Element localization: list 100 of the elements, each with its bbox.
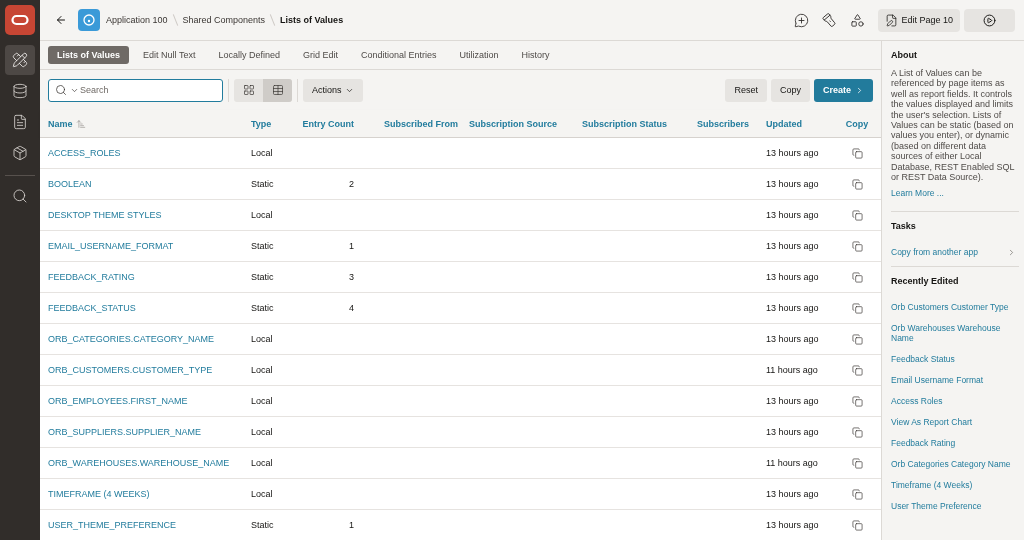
table-link[interactable]: BOOLEAN [48, 179, 251, 189]
copy-icon[interactable] [851, 364, 863, 376]
recent-item-link[interactable]: User Theme Preference [891, 495, 1019, 517]
table-cell-text: 13 hours ago [766, 427, 820, 437]
column-header[interactable]: Entry Count [302, 118, 354, 129]
sort-ascending-icon[interactable] [75, 118, 86, 129]
copy-icon[interactable] [851, 457, 863, 469]
back-arrow-icon[interactable] [55, 14, 67, 26]
column-header[interactable]: Type [251, 118, 272, 129]
recent-item-link[interactable]: Feedback Status [891, 348, 1019, 370]
copy-icon[interactable] [851, 488, 863, 500]
table-link[interactable]: ACCESS_ROLES [48, 148, 251, 158]
column-header[interactable]: Subscription Status [582, 118, 667, 129]
table-link[interactable]: FEEDBACK_RATING [48, 272, 251, 282]
copy-icon[interactable] [851, 426, 863, 438]
table-icon [271, 84, 284, 96]
table-link[interactable]: ORB_WAREHOUSES.WAREHOUSE_NAME [48, 458, 251, 468]
copy-icon[interactable] [851, 271, 863, 283]
table-link[interactable]: ORB_SUPPLIERS.SUPPLIER_NAME [48, 427, 251, 437]
secondary-button[interactable]: Copy [770, 78, 810, 102]
table-link[interactable]: ORB_CATEGORIES.CATEGORY_NAME [48, 334, 251, 344]
column-header[interactable]: Subscribed From [384, 118, 458, 129]
chevron-right-icon [855, 85, 864, 95]
tab[interactable]: Conditional Entries [351, 46, 446, 64]
column-header[interactable]: Subscription Source [469, 118, 557, 129]
actions-button[interactable]: Actions [303, 78, 363, 102]
table-cell-text: Local [251, 365, 274, 375]
copy-icon[interactable] [851, 519, 863, 531]
table-cell-text: 1 [348, 241, 355, 251]
table-cell-text: Local [251, 489, 274, 499]
table-cell-text: 13 hours ago [766, 179, 820, 189]
table-cell-text: 13 hours ago [766, 303, 820, 313]
table-view-button[interactable] [263, 78, 292, 102]
table-link[interactable]: FEEDBACK_STATUS [48, 303, 251, 313]
logo-icon[interactable] [5, 5, 35, 35]
section-heading: About [891, 50, 918, 61]
breadcrumb-item[interactable]: Application 100 [106, 15, 168, 25]
recent-item-link[interactable]: Orb Categories Category Name [891, 453, 1019, 475]
recent-item-link[interactable]: Orb Customers Customer Type [891, 296, 1019, 318]
tab[interactable]: Lists of Values [48, 46, 130, 64]
section-heading: Tasks [891, 221, 917, 233]
copy-icon[interactable] [851, 178, 863, 190]
recent-item-link[interactable]: View As Report Chart [891, 411, 1019, 433]
column-header[interactable]: Copy [845, 118, 869, 129]
table-cell-text: 13 hours ago [766, 241, 820, 251]
tab[interactable]: Edit Null Text [134, 46, 205, 64]
recent-item-link[interactable]: Access Roles [891, 390, 1019, 412]
file-edit-icon [885, 13, 899, 27]
breadcrumb-item[interactable]: Shared Components [182, 15, 266, 25]
search-icon [12, 188, 28, 204]
column-header[interactable]: Subscribers [696, 118, 749, 129]
table-cell-text: 13 hours ago [766, 334, 820, 344]
tab[interactable]: Locally Defined [209, 46, 289, 64]
table-cell-text: Local [251, 210, 274, 220]
table-cell-text: 13 hours ago [766, 210, 820, 220]
learn-more-link[interactable]: Learn More ... [891, 188, 1019, 199]
search-icon[interactable] [55, 84, 67, 96]
recent-item-link[interactable]: Timeframe (4 Weeks) [891, 474, 1019, 496]
recent-item-link[interactable]: Feedback Rating [891, 432, 1019, 454]
tab[interactable]: Grid Edit [293, 46, 347, 64]
table-cell-text: 13 hours ago [766, 520, 820, 530]
table-cell-text: 1 [348, 520, 355, 530]
copy-icon[interactable] [851, 209, 863, 221]
table-cell-text: 11 hours ago [766, 365, 819, 375]
copy-icon[interactable] [851, 333, 863, 345]
table-link[interactable]: ORB_CUSTOMERS.CUSTOMER_TYPE [48, 365, 251, 375]
chevron-right-icon[interactable] [1007, 247, 1016, 257]
nav-button[interactable] [5, 45, 35, 75]
tab[interactable]: Utilization [450, 46, 508, 64]
table-link[interactable]: DESKTOP THEME STYLES [48, 210, 251, 220]
column-header[interactable]: Name [48, 118, 73, 129]
copy-icon[interactable] [851, 302, 863, 314]
database-icon [12, 83, 28, 99]
column-header[interactable]: Updated [766, 118, 802, 129]
run-button[interactable] [964, 8, 1015, 32]
task-link[interactable]: Copy from another app [891, 247, 978, 258]
app-icon[interactable] [78, 9, 100, 31]
play-icon [983, 13, 996, 27]
table-link[interactable]: ORB_EMPLOYEES.FIRST_NAME [48, 396, 251, 406]
table-cell-text: Local [251, 458, 274, 468]
table-link[interactable]: USER_THEME_PREFERENCE [48, 520, 251, 530]
recent-item-link[interactable]: Email Username Format [891, 369, 1019, 391]
primary-button[interactable]: Create [814, 78, 873, 102]
table-cell-text: Local [251, 427, 274, 437]
copy-icon[interactable] [851, 240, 863, 252]
table-link[interactable]: EMAIL_USERNAME_FORMAT [48, 241, 251, 251]
copy-icon[interactable] [851, 395, 863, 407]
edit-page-button[interactable]: Edit Page 10 [878, 8, 960, 32]
table-link[interactable]: TIMEFRAME (4 WEEKS) [48, 489, 251, 499]
search-field[interactable]: Search [48, 78, 223, 102]
recent-item-link[interactable]: Orb Warehouses Warehouse Name [891, 317, 1019, 349]
shapes-icon[interactable] [850, 12, 866, 28]
table-cell-text: Static [251, 179, 275, 189]
about-text: A List of Values can be referenced by page items as well as report fields. It controls the values displayed and limits the user's selection. Lists of Values can be static (based on values you enter), or dynamic (based on different data sources of either Local Database, REST Enabled SQL or REST Data Source). [891, 68, 1016, 183]
tab[interactable]: History [512, 46, 559, 64]
secondary-button[interactable]: Reset [725, 78, 767, 102]
pencil-ruler-icon [12, 52, 28, 68]
copy-icon[interactable] [851, 147, 863, 159]
comment-add-icon[interactable] [794, 12, 810, 28]
grid-icon [242, 84, 255, 96]
